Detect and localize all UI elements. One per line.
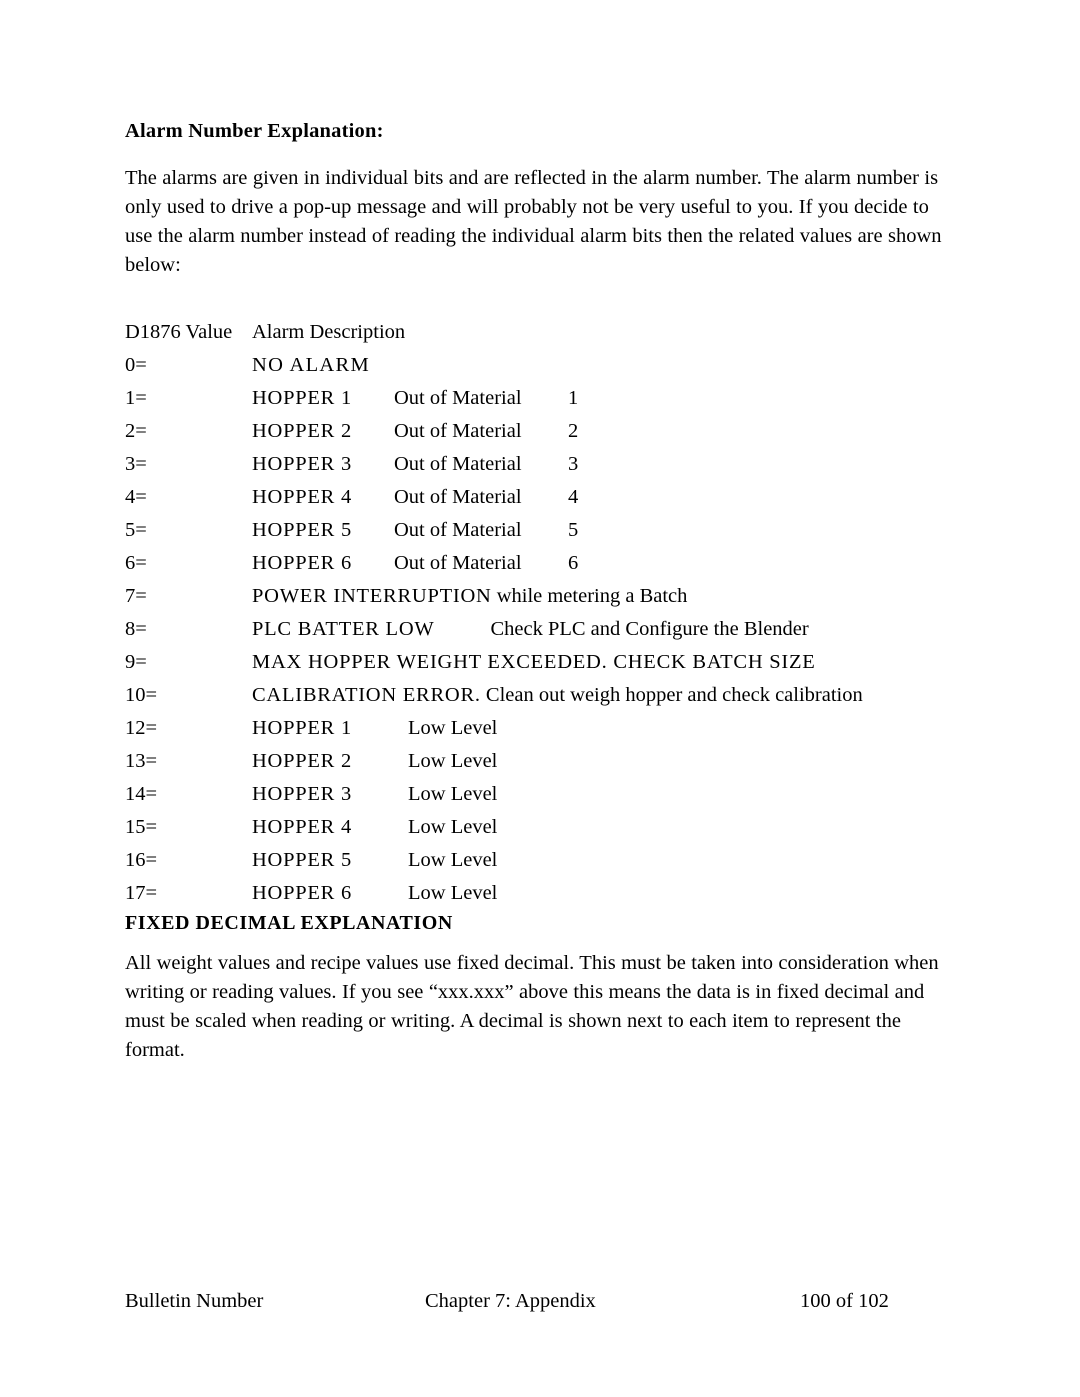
table-row: 16= HOPPER 5 Low Level <box>125 844 957 877</box>
table-row: 3= HOPPER 3 Out of Material 3 <box>125 448 957 481</box>
row-num: 3 <box>568 453 579 475</box>
table-row: 1= HOPPER 1 Out of Material 1 <box>125 382 957 415</box>
row-rest-text: Clean out weigh hopper and check calibra… <box>480 684 863 706</box>
row-name: NO ALARM <box>252 354 371 376</box>
row-num: 1 <box>568 387 579 409</box>
row-detail: Low Level <box>408 750 498 772</box>
row-num: 2 <box>568 420 579 442</box>
row-detail: Low Level <box>408 717 498 739</box>
alarm-table: D1876 Value Alarm Description 0= NO ALAR… <box>125 316 957 910</box>
footer-bulletin-number: Bulletin Number <box>125 1290 264 1312</box>
row-value: 12= <box>125 717 158 739</box>
table-row: 14= HOPPER 3 Low Level <box>125 778 957 811</box>
row-value: 7= <box>125 585 147 607</box>
row-value: 15= <box>125 816 158 838</box>
table-row: 6= HOPPER 6 Out of Material 6 <box>125 547 957 580</box>
row-name: HOPPER 3 <box>252 783 352 805</box>
row-caps-text: POWER INTERRUPTION <box>252 585 492 607</box>
row-name: HOPPER 5 <box>252 519 352 541</box>
row-name: HOPPER 3 <box>252 453 352 475</box>
footer-chapter: Chapter 7: Appendix <box>425 1290 596 1312</box>
fixed-decimal-explanation-heading: FIXED DECIMAL EXPLANATION <box>125 912 453 934</box>
row-rest-text: while metering a Batch <box>491 585 688 607</box>
header-description-column: Alarm Description <box>252 321 406 343</box>
row-value: 10= <box>125 684 158 706</box>
intro-paragraph: The alarms are given in individual bits … <box>125 167 942 276</box>
row-detail: Low Level <box>408 816 498 838</box>
row-detail: Out of Material <box>394 420 522 442</box>
fixed-decimal-paragraph: All weight values and recipe values use … <box>125 952 939 1061</box>
table-row: 8= PLC BATTER LOW Check PLC and Configure… <box>125 613 957 646</box>
row-detail: Out of Material <box>394 552 522 574</box>
row-value: 5= <box>125 519 147 541</box>
row-value: 9= <box>125 651 147 673</box>
row-value: 16= <box>125 849 158 871</box>
row-detail: Out of Material <box>394 486 522 508</box>
row-name: HOPPER 6 <box>252 552 352 574</box>
row-description: POWER INTERRUPTION while metering a Batc… <box>252 580 957 613</box>
row-num: 4 <box>568 486 579 508</box>
row-value: 3= <box>125 453 147 475</box>
row-rest-text: Check PLC and Configure the Blender <box>490 618 809 640</box>
table-row: 9= MAX HOPPER WEIGHT EXCEEDED. CHECK BAT… <box>125 646 957 679</box>
row-name: HOPPER 6 <box>252 882 352 904</box>
footer-page-number: 100 of 102 <box>800 1290 889 1312</box>
row-num: 5 <box>568 519 579 541</box>
table-header-row: D1876 Value Alarm Description <box>125 316 957 349</box>
table-row: 15= HOPPER 4 Low Level <box>125 811 957 844</box>
row-value: 13= <box>125 750 158 772</box>
row-value: 6= <box>125 552 147 574</box>
row-value: 17= <box>125 882 158 904</box>
row-caps-text: PLC BATTER LOW <box>252 618 435 640</box>
row-value: 2= <box>125 420 147 442</box>
row-value: 1= <box>125 387 147 409</box>
row-value: 4= <box>125 486 147 508</box>
table-row: 4= HOPPER 4 Out of Material 4 <box>125 481 957 514</box>
row-description: PLC BATTER LOW Check PLC and Configure th… <box>252 613 957 646</box>
document-page: Alarm Number Explanation: The alarms are… <box>0 0 1080 1397</box>
table-row: 7= POWER INTERRUPTION while metering a B… <box>125 580 957 613</box>
row-name: HOPPER 5 <box>252 849 352 871</box>
table-row: 5= HOPPER 5 Out of Material 5 <box>125 514 957 547</box>
row-num: 6 <box>568 552 579 574</box>
row-name: HOPPER 2 <box>252 750 352 772</box>
alarm-number-explanation-heading: Alarm Number Explanation: <box>125 120 384 142</box>
row-detail: Low Level <box>408 849 498 871</box>
table-row: 12= HOPPER 1 Low Level <box>125 712 957 745</box>
document-content: Alarm Number Explanation: The alarms are… <box>125 118 957 1065</box>
row-name: HOPPER 2 <box>252 420 352 442</box>
row-detail: Out of Material <box>394 519 522 541</box>
row-description: CALIBRATION ERROR. Clean out weigh hoppe… <box>252 679 957 712</box>
row-value: 14= <box>125 783 158 805</box>
row-name: HOPPER 4 <box>252 486 352 508</box>
row-detail: Out of Material <box>394 387 522 409</box>
table-row: 13= HOPPER 2 Low Level <box>125 745 957 778</box>
table-row: 0= NO ALARM <box>125 349 957 382</box>
row-value: 0= <box>125 354 147 376</box>
row-detail: Low Level <box>408 783 498 805</box>
row-value: 8= <box>125 618 147 640</box>
row-caps-text: CALIBRATION ERROR. <box>252 684 481 706</box>
row-detail: Low Level <box>408 882 498 904</box>
table-row: 2= HOPPER 2 Out of Material 2 <box>125 415 957 448</box>
row-detail: Out of Material <box>394 453 522 475</box>
page-footer: Bulletin Number Chapter 7: Appendix 100 … <box>125 1286 957 1316</box>
header-value-column: D1876 Value <box>125 321 233 343</box>
table-row: 10= CALIBRATION ERROR. Clean out weigh h… <box>125 679 957 712</box>
row-name: HOPPER 1 <box>252 717 352 739</box>
row-name: HOPPER 1 <box>252 387 352 409</box>
row-name: HOPPER 4 <box>252 816 352 838</box>
row-description: MAX HOPPER WEIGHT EXCEEDED. CHECK BATCH … <box>252 651 816 673</box>
table-row: 17= HOPPER 6 Low Level <box>125 877 957 910</box>
